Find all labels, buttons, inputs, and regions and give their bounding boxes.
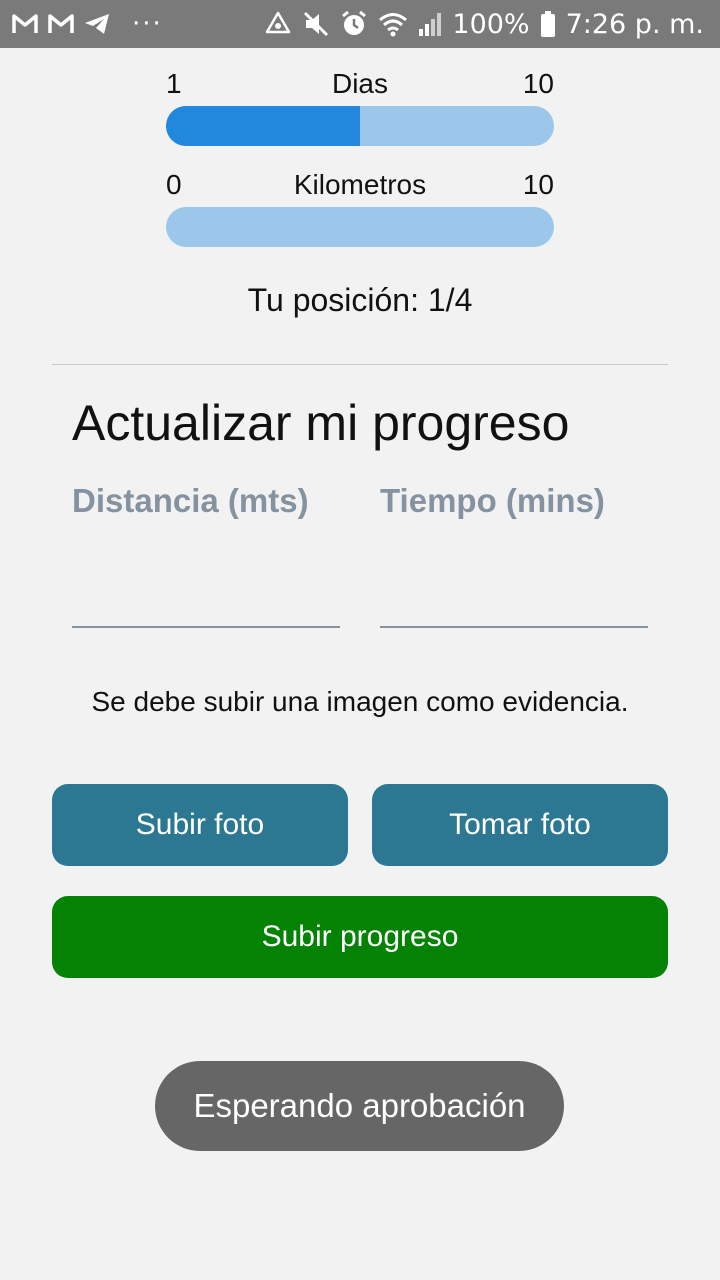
battery-percentage: 100% [452,8,530,40]
more-notifications-icon: ··· [132,9,163,39]
mute-icon [302,8,330,40]
gmail-icon [48,8,74,40]
days-progress-fill [166,106,360,146]
days-progress-labels: 1 Dias 10 [166,68,554,100]
divider [52,364,668,365]
distance-field: Distancia (mts) [72,482,340,628]
ranking-position: Tu posición: 1/4 [247,282,473,318]
gmail-icon [12,8,38,40]
telegram-icon [84,8,110,40]
kilometers-title: Kilometros [293,169,427,200]
pending-approval-toast: Esperando aprobación [155,1061,564,1151]
clock: 7:26 p. m. [565,8,704,40]
evidence-note: Se debe subir una imagen como evidencia. [91,686,629,717]
kilometers-progress: 0 Kilometros 10 [166,169,554,247]
status-bar-left: ··· [12,8,163,40]
status-bar: ··· 100% 7:26 p. m. [0,0,720,48]
distance-label: Distancia (mts) [72,482,309,519]
time-input[interactable] [380,596,648,628]
distance-input[interactable] [72,596,340,628]
update-progress-title: Actualizar mi progreso [72,395,570,451]
signal-icon [418,8,442,40]
alarm-icon [340,8,368,40]
time-field: Tiempo (mins) [380,482,648,628]
battery-icon [540,8,556,40]
days-title: Dias [331,68,388,99]
take-photo-button[interactable]: Tomar foto [372,784,668,866]
days-progress: 1 Dias 10 [166,68,554,146]
kilometers-progress-track [166,207,554,247]
data-saver-icon [264,8,292,40]
time-label: Tiempo (mins) [380,482,605,519]
kilometers-progress-labels: 0 Kilometros 10 [166,169,554,201]
days-max-label: 10 [522,68,554,99]
status-bar-right: 100% 7:26 p. m. [264,8,704,40]
submit-progress-button[interactable]: Subir progreso [52,896,668,978]
kilometers-max-label: 10 [522,169,554,200]
days-progress-track [166,106,554,146]
upload-photo-button[interactable]: Subir foto [52,784,348,866]
wifi-icon [378,8,408,40]
